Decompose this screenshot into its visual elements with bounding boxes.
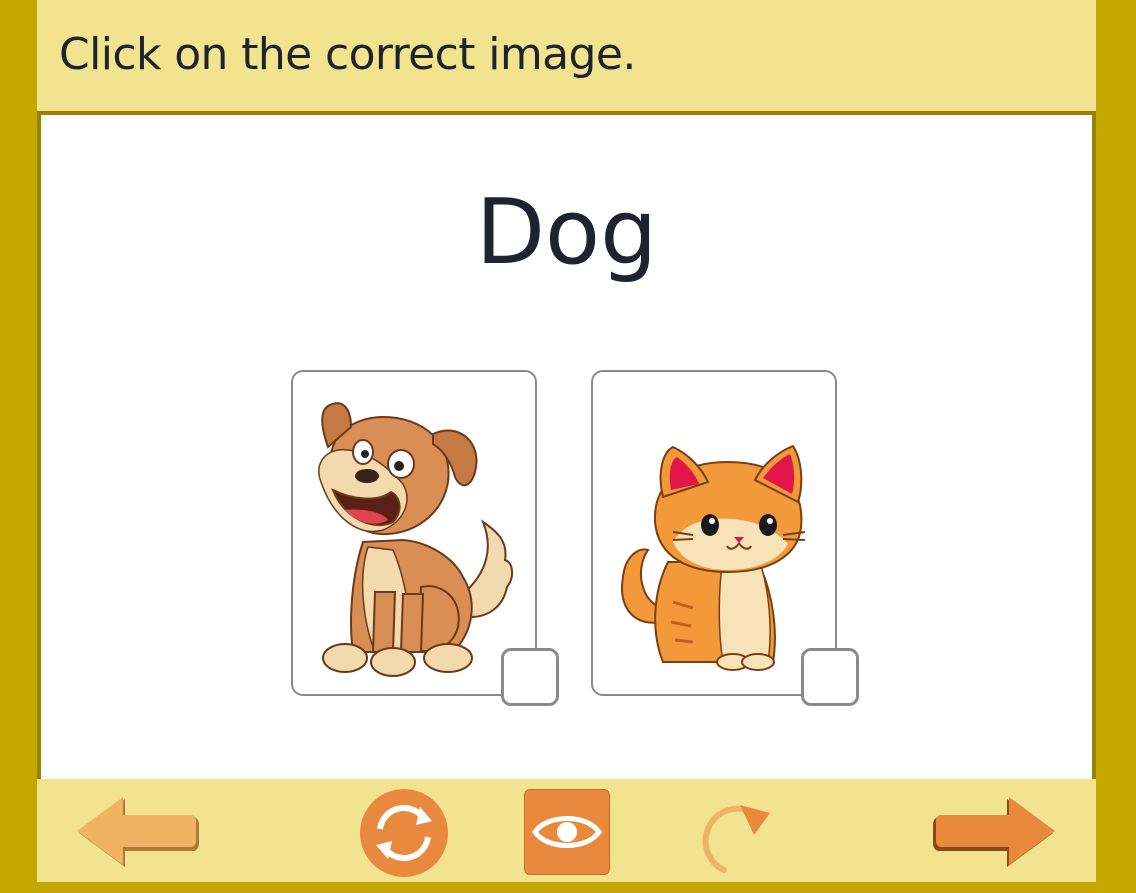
choice-card-dog[interactable] — [291, 370, 559, 706]
cat-illustration — [621, 444, 806, 671]
redo-icon[interactable] — [682, 789, 774, 877]
instruction-bar: Click on the correct image. — [37, 0, 1096, 111]
choice-checkbox-dog[interactable] — [501, 648, 559, 706]
instruction-text: Click on the correct image. — [59, 29, 636, 80]
exercise-window: Click on the correct image. Dog — [0, 0, 1136, 893]
reset-button[interactable] — [360, 789, 448, 877]
dog-illustration — [318, 402, 513, 677]
eye-icon — [531, 816, 603, 848]
choice-card-cat[interactable] — [591, 370, 859, 706]
reset-icon — [376, 804, 432, 862]
arrow-left-icon[interactable] — [75, 791, 199, 873]
navigation-toolbar — [37, 779, 1096, 882]
arrow-right-icon[interactable] — [933, 791, 1057, 873]
question-card: Dog — [37, 111, 1096, 783]
show-answer-button[interactable] — [524, 789, 610, 875]
choice-checkbox-cat[interactable] — [801, 648, 859, 706]
target-word: Dog — [475, 180, 658, 285]
